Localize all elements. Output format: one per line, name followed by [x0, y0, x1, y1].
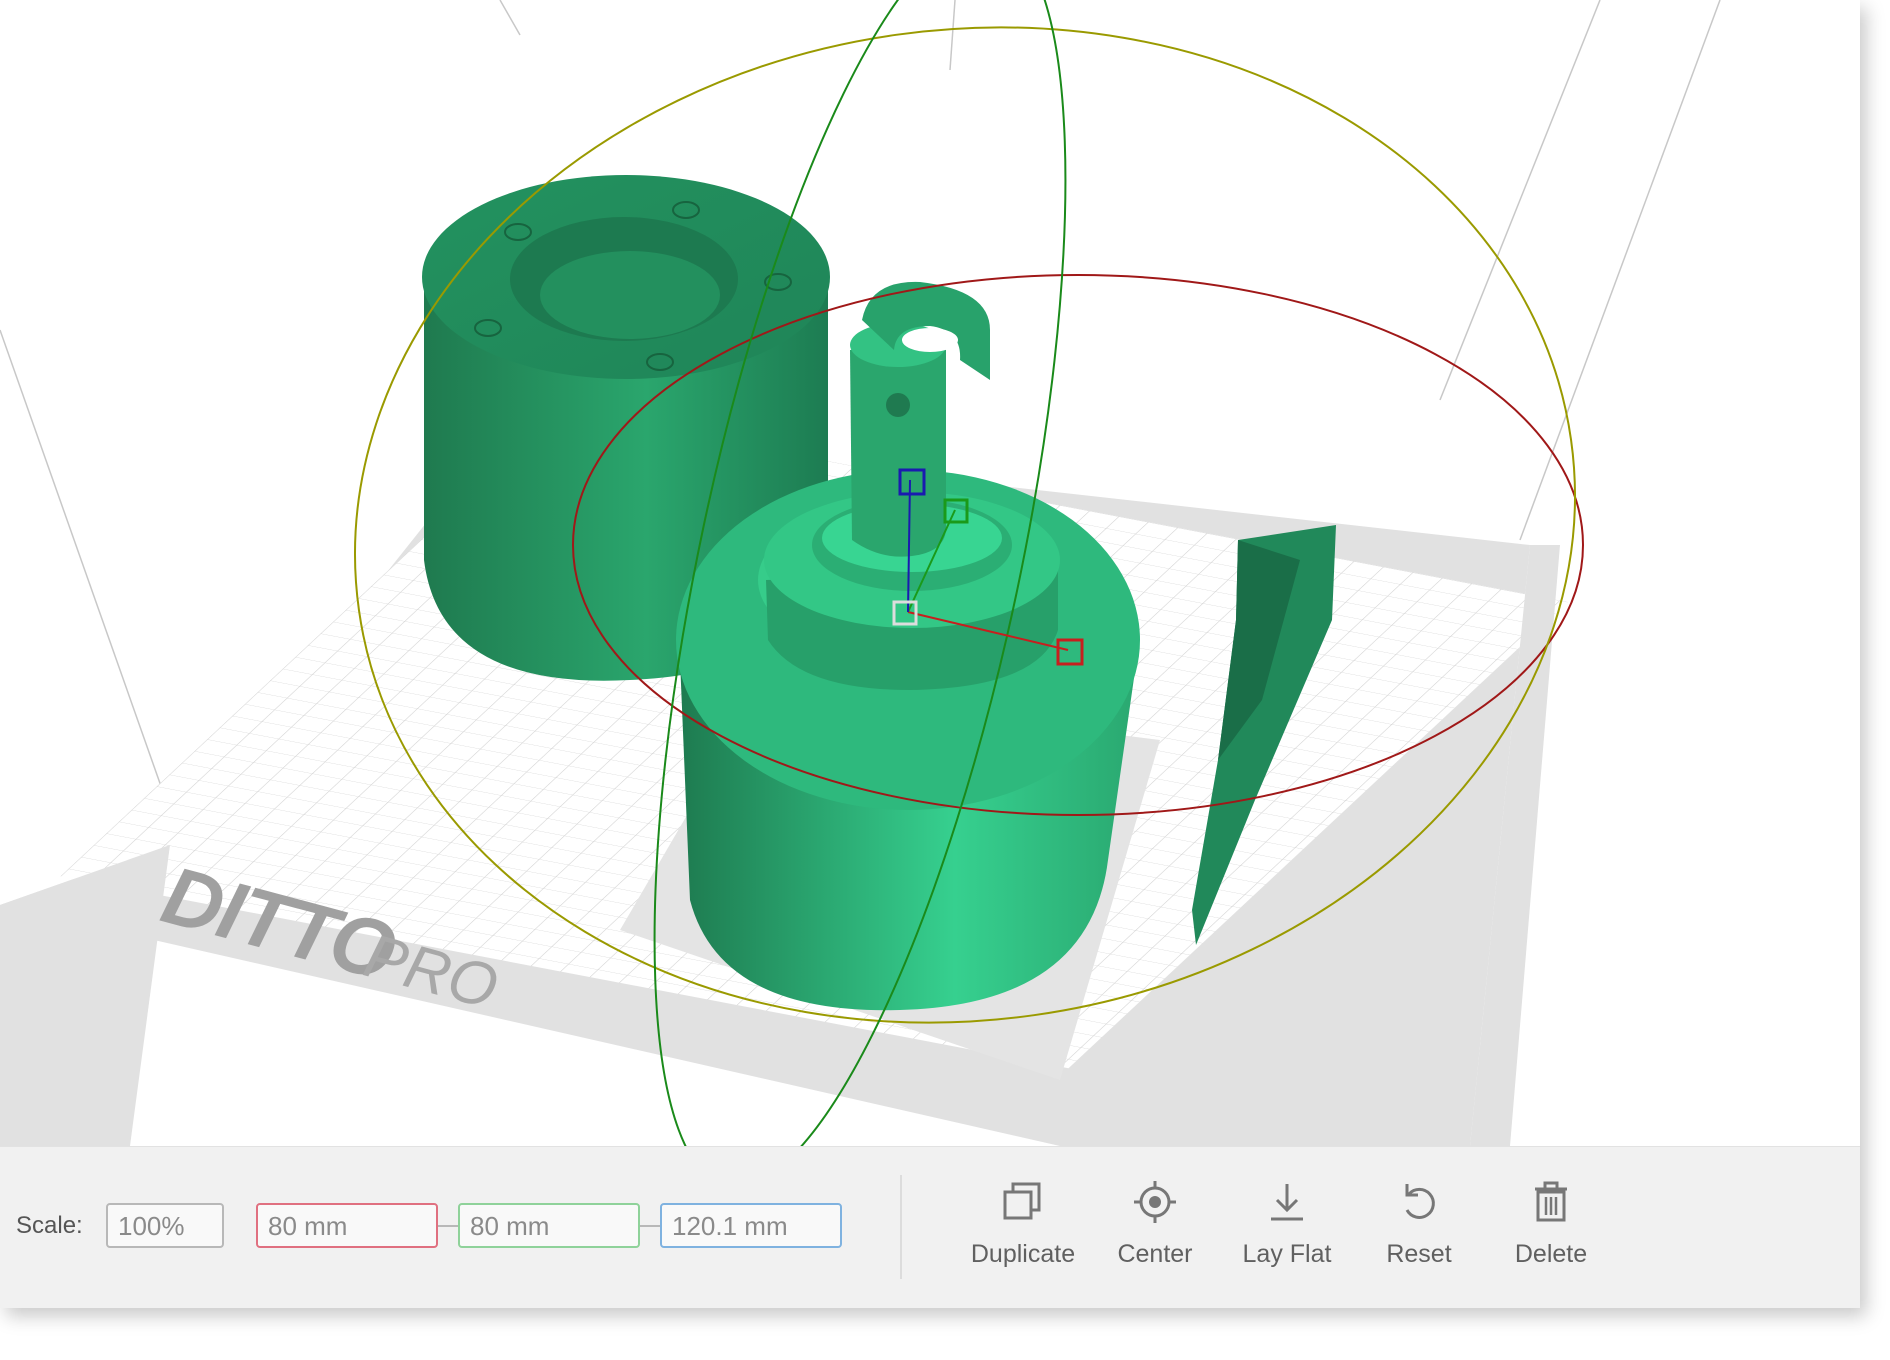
z-size-input[interactable]: 120.1 mm: [660, 1203, 842, 1248]
y-z-link: [640, 1225, 660, 1227]
toolbar-divider: [900, 1175, 902, 1279]
3d-viewport[interactable]: DITTO PRO: [0, 0, 1860, 1146]
x-size-input[interactable]: 80 mm: [256, 1203, 438, 1248]
duplicate-icon: [1003, 1182, 1041, 1220]
delete-button[interactable]: Delete: [1486, 1180, 1616, 1280]
app-window: DITTO PRO Scale: 100% 80 mm 80 mm 120.1 …: [0, 0, 1860, 1308]
target-icon: [1134, 1181, 1176, 1223]
scale-percent-input[interactable]: 100%: [106, 1203, 224, 1248]
lay-flat-button[interactable]: Lay Flat: [1222, 1180, 1352, 1280]
download-arrow-icon: [1271, 1184, 1303, 1221]
reset-button[interactable]: Reset: [1354, 1180, 1484, 1280]
y-size-input[interactable]: 80 mm: [458, 1203, 640, 1248]
trash-icon: [1535, 1181, 1567, 1222]
duplicate-button[interactable]: Duplicate: [958, 1180, 1088, 1280]
undo-icon: [1405, 1184, 1435, 1219]
center-button[interactable]: Center: [1090, 1180, 1220, 1280]
x-y-link: [438, 1225, 458, 1227]
scene-canvas[interactable]: DITTO PRO: [0, 0, 1860, 1146]
scale-label: Scale:: [16, 1212, 83, 1239]
